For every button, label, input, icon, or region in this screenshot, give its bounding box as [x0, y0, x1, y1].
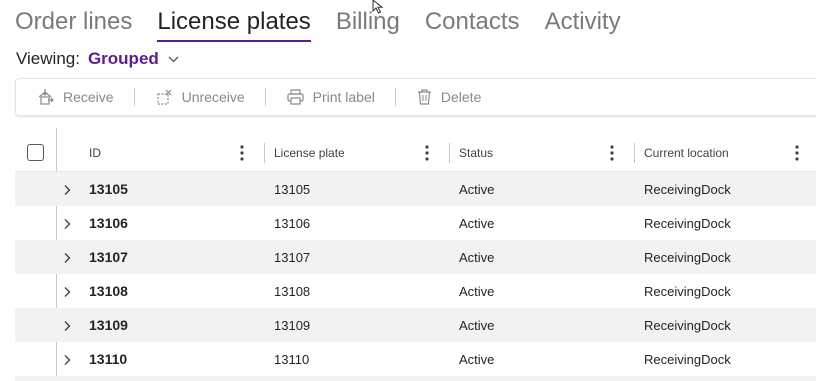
row-license-plate: 13107	[274, 249, 311, 265]
chevron-right-icon[interactable]	[63, 183, 71, 201]
toolbar-divider	[394, 88, 396, 106]
print-label-label: Print label	[312, 89, 375, 105]
chevron-right-icon[interactable]	[63, 217, 71, 235]
row-location: ReceivingDock	[644, 181, 731, 197]
more-options-icon[interactable]	[608, 143, 616, 163]
chevron-right-icon[interactable]	[63, 251, 71, 269]
view-selector: Viewing: Grouped	[16, 48, 179, 70]
table-row[interactable]: 13109 13109 Active ReceivingDock	[15, 308, 816, 342]
chevron-down-icon[interactable]	[168, 56, 179, 63]
printer-icon	[286, 88, 305, 106]
row-status: Active	[459, 283, 495, 299]
table-row[interactable]: 13107 13107 Active ReceivingDock	[15, 240, 816, 274]
chevron-right-icon[interactable]	[63, 285, 71, 303]
tab-license-plates[interactable]: License plates	[157, 6, 312, 42]
unreceive-button[interactable]: Unreceive	[155, 88, 245, 106]
row-status: Active	[459, 181, 495, 197]
row-status: Active	[459, 249, 495, 265]
row-id-link[interactable]: 13105	[89, 172, 128, 206]
mouse-pointer-icon	[372, 0, 386, 19]
row-location: ReceivingDock	[644, 317, 731, 333]
tab-billing[interactable]: Billing	[336, 6, 400, 38]
row-location: ReceivingDock	[644, 215, 731, 231]
column-header-current-location[interactable]: Current location	[644, 134, 729, 171]
viewing-value-dropdown[interactable]: Grouped	[88, 49, 159, 69]
tab-order-lines[interactable]: Order lines	[15, 6, 132, 38]
table-row[interactable]: 13105 13105 Active ReceivingDock	[15, 172, 816, 206]
receive-button[interactable]: Receive	[36, 88, 114, 106]
unreceive-icon	[155, 88, 174, 106]
delete-button[interactable]: Delete	[416, 88, 481, 106]
delete-label: Delete	[440, 89, 482, 105]
row-id-link[interactable]: 13107	[89, 240, 128, 274]
row-location: ReceivingDock	[644, 283, 731, 299]
grid-header: ID License plate Status Current location	[15, 134, 816, 172]
row-id-link[interactable]: 13110	[89, 342, 127, 376]
receive-icon	[36, 88, 55, 106]
row-license-plate: 13108	[274, 283, 311, 299]
table-row-partial	[15, 376, 816, 381]
more-options-icon[interactable]	[793, 143, 801, 163]
tab-contacts[interactable]: Contacts	[425, 6, 520, 38]
tab-bar: Order lines License plates Billing Conta…	[15, 6, 646, 42]
table-row[interactable]: 13110 13110 Active ReceivingDock	[15, 342, 816, 376]
more-options-icon[interactable]	[238, 143, 246, 163]
toolbar-divider	[133, 88, 135, 106]
row-license-plate: 13110	[274, 351, 310, 367]
table-row[interactable]: 13106 13106 Active ReceivingDock	[15, 206, 816, 240]
row-license-plate: 13105	[274, 181, 311, 197]
column-header-id[interactable]: ID	[89, 134, 101, 171]
row-status: Active	[459, 351, 495, 367]
tab-activity[interactable]: Activity	[545, 6, 621, 38]
column-resize-handle[interactable]	[264, 143, 265, 163]
row-id-link[interactable]: 13108	[89, 274, 128, 308]
column-resize-handle[interactable]	[634, 143, 635, 163]
column-header-license-plate[interactable]: License plate	[274, 134, 345, 171]
row-status: Active	[459, 215, 495, 231]
command-toolbar: Receive Unreceive Print label Delete	[15, 78, 816, 116]
viewing-label: Viewing:	[16, 49, 80, 68]
row-license-plate: 13106	[274, 215, 311, 231]
row-license-plate: 13109	[274, 317, 311, 333]
more-options-icon[interactable]	[423, 143, 431, 163]
chevron-right-icon[interactable]	[63, 353, 71, 371]
select-all-checkbox[interactable]	[27, 144, 44, 161]
receive-label: Receive	[63, 89, 114, 105]
trash-icon	[416, 88, 433, 106]
row-location: ReceivingDock	[644, 351, 731, 367]
row-location: ReceivingDock	[644, 249, 731, 265]
license-plates-grid: ID License plate Status Current location…	[15, 128, 816, 381]
column-resize-handle[interactable]	[449, 143, 450, 163]
unreceive-label: Unreceive	[181, 89, 245, 105]
print-label-button[interactable]: Print label	[286, 88, 375, 106]
row-id-link[interactable]: 13106	[89, 206, 128, 240]
chevron-right-icon[interactable]	[63, 319, 71, 337]
table-row[interactable]: 13108 13108 Active ReceivingDock	[15, 274, 816, 308]
column-header-status[interactable]: Status	[459, 134, 493, 171]
toolbar-divider	[264, 88, 266, 106]
row-status: Active	[459, 317, 495, 333]
row-id-link[interactable]: 13109	[89, 308, 128, 342]
